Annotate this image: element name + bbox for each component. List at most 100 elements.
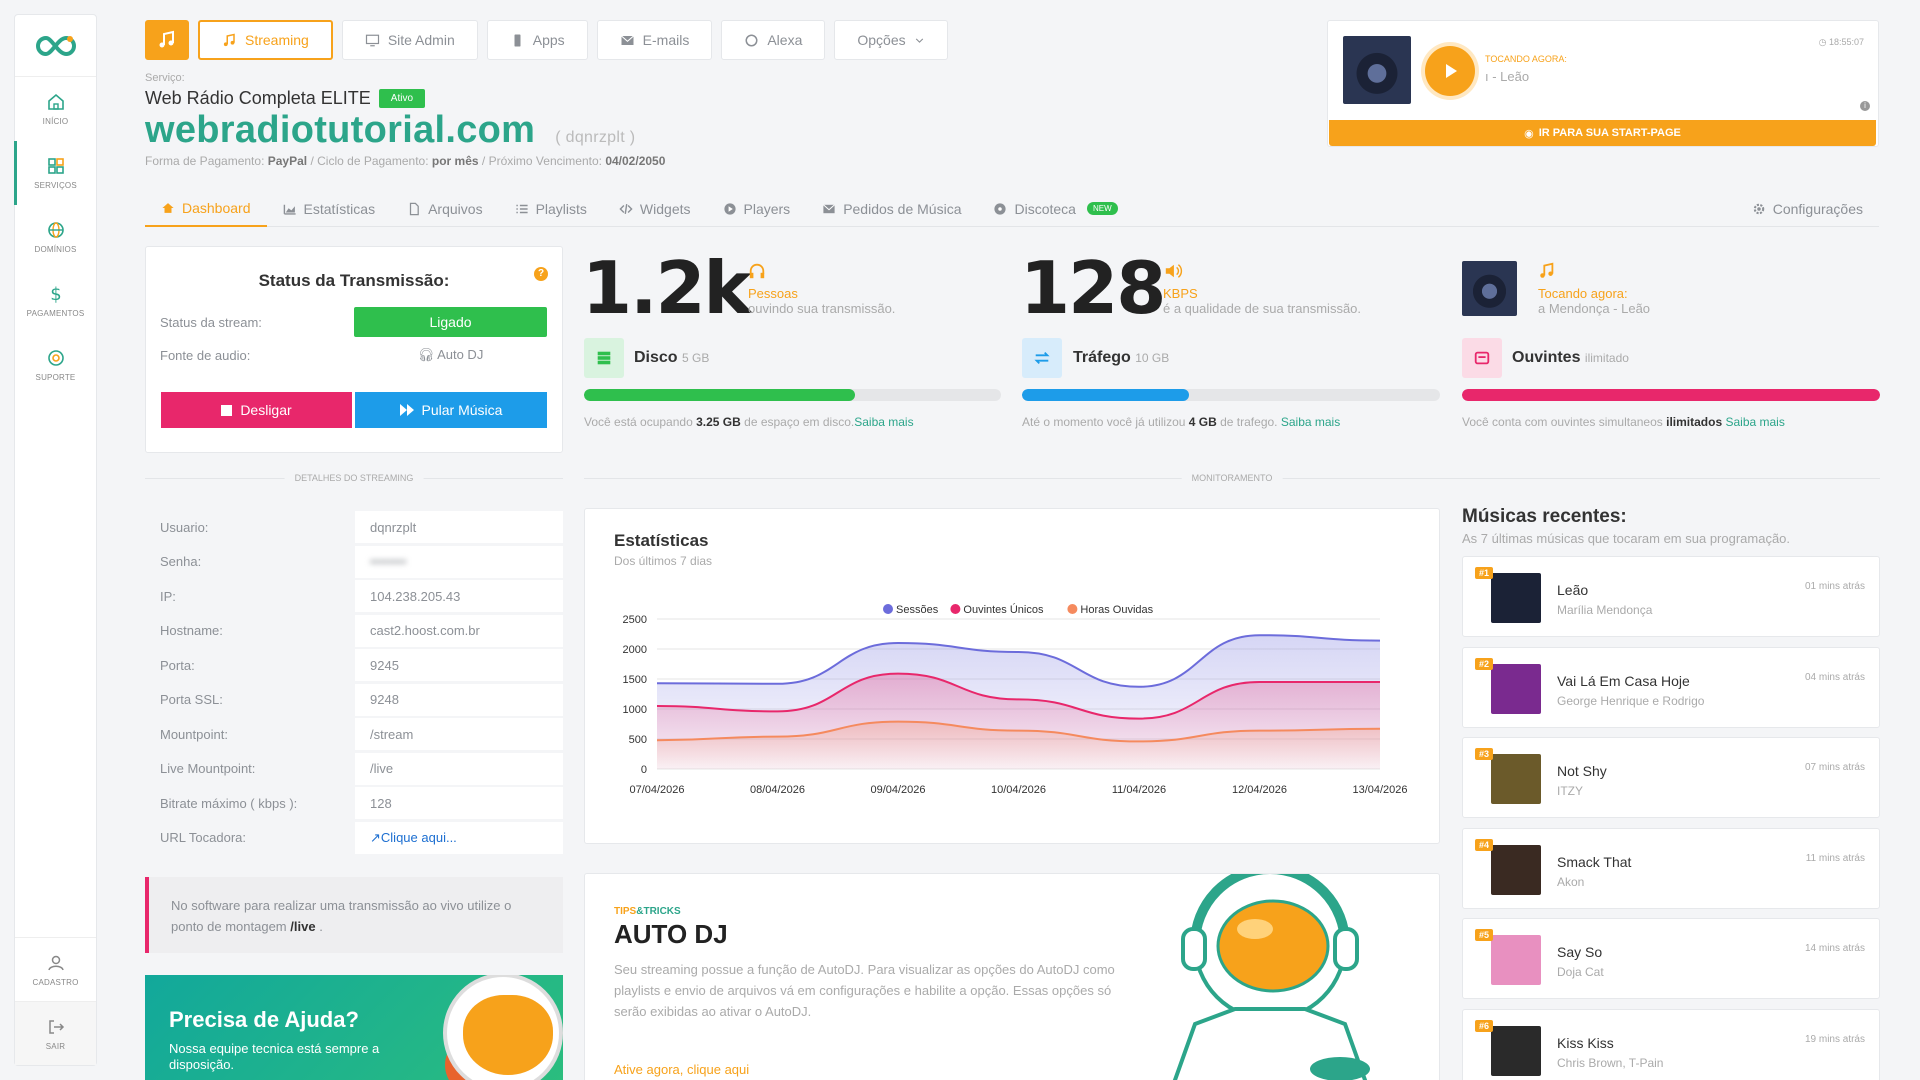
payment-info: Forma de Pagamento: PayPal / Ciclo de Pa… <box>145 154 665 168</box>
sidebar-item-pagamentos[interactable]: $ Pagamentos <box>15 269 96 333</box>
tab-label: Players <box>743 200 791 217</box>
song-time-ago: 01 mins atrás <box>1804 581 1865 592</box>
player-url-link[interactable]: ↗ Clique aqui... <box>355 821 563 854</box>
astronaut-dj-illustration <box>1172 874 1370 1080</box>
recent-song-item[interactable]: #1 Leão Marília Mendonça 01 mins atrás <box>1462 556 1880 637</box>
external-link-icon: ↗ <box>370 829 381 845</box>
streaming-button[interactable]: Streaming <box>198 20 333 60</box>
bitrate-value: 128 <box>1020 246 1166 330</box>
tab-dashboard[interactable]: Dashboard <box>145 190 267 227</box>
disk-learn-more-link[interactable]: Saiba mais <box>854 415 913 429</box>
disk-icon <box>584 338 624 378</box>
legend-label[interactable]: Sessões <box>896 604 939 616</box>
traffic-title-text: Tráfego <box>1073 349 1131 366</box>
song-time-ago: 11 mins atrás <box>1805 852 1865 864</box>
grid-icon <box>47 158 64 174</box>
song-rank: #2 <box>1475 657 1494 670</box>
legend-marker[interactable] <box>950 604 961 614</box>
y-tick-label: 1500 <box>623 674 647 686</box>
disk-usage-bar <box>584 389 1001 401</box>
traffic-note-post: de trafego. <box>1220 415 1278 429</box>
play-circle-icon <box>723 202 736 215</box>
recent-song-item[interactable]: #6 Kiss Kiss Chris Brown, T-Pain 19 mins at… <box>1462 1008 1880 1080</box>
legend-label[interactable]: Ouvintes Únicos <box>963 603 1044 616</box>
dollar-icon: $ <box>50 284 61 304</box>
tab-estatisticas[interactable]: Estatísticas <box>267 190 392 227</box>
song-name: Say So <box>1557 944 1603 960</box>
tab-configuracoes[interactable]: Configurações <box>1736 190 1879 227</box>
recent-song-item[interactable]: #4 Smack That Akon 11 mins atrás <box>1462 827 1880 909</box>
detail-value-text: /stream <box>370 726 414 742</box>
disk-usage-fill <box>584 389 856 401</box>
play-button[interactable] <box>1425 46 1475 96</box>
sidebar-item-suporte[interactable]: Suporte <box>15 333 96 397</box>
song-artist: George Henrique e Rodrigo <box>1557 693 1705 708</box>
volume-icon <box>1165 264 1183 278</box>
tricks-label: &TRICKS <box>636 906 681 917</box>
sidebar: Início Serviços Domínios $ Pagamentos Su… <box>14 14 97 1066</box>
tab-playlists[interactable]: Playlists <box>499 190 603 227</box>
sidebar-item-label: Sair <box>45 1041 66 1051</box>
app-logo[interactable] <box>15 15 96 77</box>
legend-marker[interactable] <box>883 604 893 614</box>
skip-song-button[interactable]: Pular Música <box>355 392 547 428</box>
recent-song-item[interactable]: #5 Say So Doja Cat 14 mins atrás <box>1462 918 1880 999</box>
tab-discoteca[interactable]: Discoteca NEW <box>977 190 1133 227</box>
start-page-label: Ir para sua Start-Page <box>1538 127 1681 139</box>
tab-arquivos[interactable]: Arquivos <box>391 190 498 227</box>
music-note-icon <box>1540 262 1554 278</box>
emails-button[interactable]: E-mails <box>596 20 713 60</box>
help-banner[interactable]: Precisa de Ajuda? Nossa equipe tecnica e… <box>145 975 563 1080</box>
sidebar-item-inicio[interactable]: Início <box>15 77 96 141</box>
legend-label[interactable]: Horas Ouvidas <box>1080 604 1153 616</box>
disc-icon <box>994 202 1007 215</box>
help-icon[interactable]: ? <box>534 267 548 281</box>
recent-song-item[interactable]: #2 Vai Lá Em Casa Hoje George Henrique e R… <box>1462 646 1880 728</box>
legend-marker[interactable] <box>1067 604 1078 614</box>
traffic-learn-more-link[interactable]: Saiba mais <box>1281 415 1340 429</box>
autodj-activate-link[interactable]: Ative agora, clique aqui <box>614 1062 749 1077</box>
apps-button[interactable]: Apps <box>486 20 588 60</box>
sidebar-item-label: Pagamentos <box>26 309 85 318</box>
disk-note-value: 3.25 GB <box>696 415 741 429</box>
service-plan-name: Web Rádio Completa ELITE <box>145 88 371 108</box>
song-cover <box>1491 844 1541 895</box>
tab-pedidos[interactable]: Pedidos de Música <box>806 190 977 227</box>
detail-value-text: Clique aqui... <box>380 830 457 845</box>
listeners-usage-fill <box>1462 389 1880 401</box>
tab-players[interactable]: Players <box>707 190 807 227</box>
audio-source-value: 🎧︎ Auto DJ <box>354 347 547 363</box>
recent-song-item[interactable]: #3 Not Shy ITZY 07 mins atrás <box>1462 737 1880 818</box>
detail-value: 104.238.205.43 <box>355 580 563 612</box>
alexa-label: Alexa <box>767 32 803 48</box>
traffic-note-pre: Até o momento você já utilizou <box>1022 415 1186 429</box>
detail-value-text: •••••••• <box>370 554 407 569</box>
detail-key: Live Mountpoint: <box>160 761 256 776</box>
song-rank: #3 <box>1475 748 1494 760</box>
turn-off-button[interactable]: Desligar <box>161 392 352 428</box>
listeners-learn-more-link[interactable]: Saiba mais <box>1725 415 1784 429</box>
detail-value: 128 <box>355 787 563 819</box>
status-badge: Ativo <box>378 89 426 108</box>
tab-label: Widgets <box>639 200 691 217</box>
x-tick-label: 08/04/2026 <box>750 784 805 796</box>
site-admin-button[interactable]: Site Admin <box>341 20 478 60</box>
detail-row: Usuario: dqnrzplt <box>145 511 563 543</box>
alexa-button[interactable]: Alexa <box>721 20 826 60</box>
opcoes-dropdown[interactable]: Opções <box>834 20 948 60</box>
sidebar-item-sair[interactable]: Sair <box>15 1001 96 1065</box>
sidebar-item-cadastro[interactable]: Cadastro <box>15 937 96 1001</box>
autodj-card: TIPS&TRICKS AUTO DJ Seu streaming possue… <box>584 873 1440 1080</box>
tab-label: Configurações <box>1772 200 1863 217</box>
music-home-button[interactable] <box>145 20 189 60</box>
detail-key: Porta: <box>160 657 195 673</box>
sidebar-item-label: Início <box>42 117 69 126</box>
sidebar-item-servicos[interactable]: Serviços <box>14 141 96 205</box>
listeners-note-pre: Você conta com ouvintes simultaneos <box>1462 415 1663 429</box>
tab-widgets[interactable]: Widgets <box>603 190 707 227</box>
start-page-button[interactable]: ◉ Ir para sua Start-Page <box>1329 120 1876 146</box>
listeners-count: 1.2k <box>582 246 751 330</box>
info-icon[interactable]: i <box>1860 101 1870 111</box>
sidebar-item-dominios[interactable]: Domínios <box>15 205 96 269</box>
streaming-label: Streaming <box>245 32 309 48</box>
